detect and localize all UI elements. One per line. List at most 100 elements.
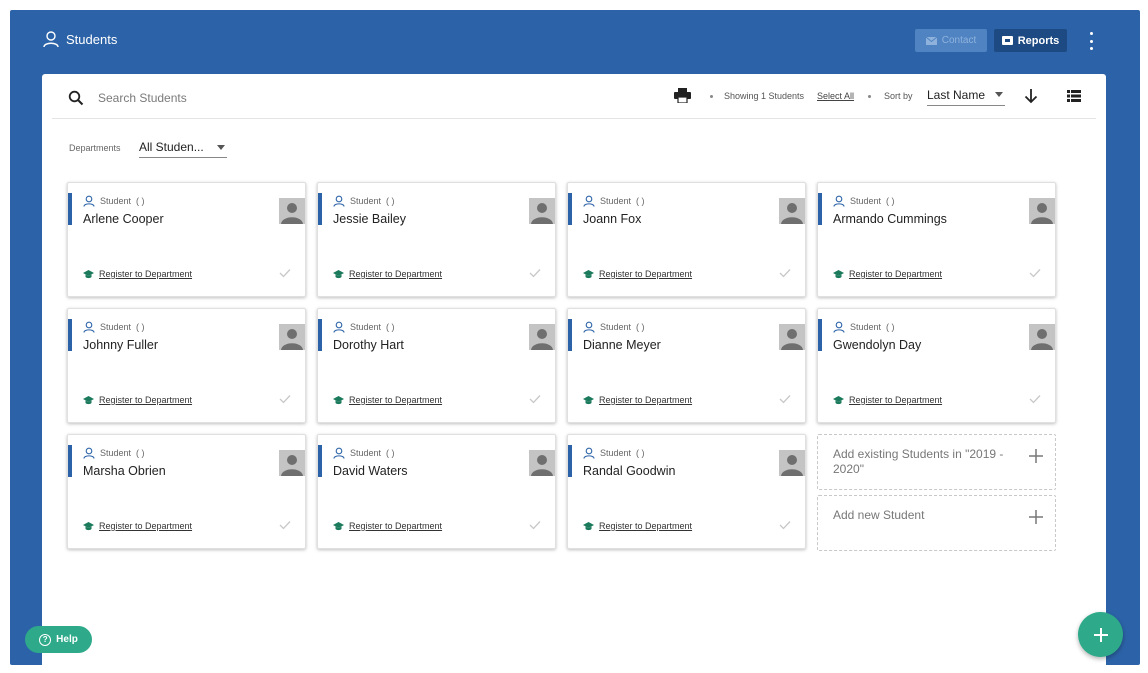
student-card[interactable]: Student ( ) Gwendolyn Day Register to Depar… — [817, 308, 1056, 423]
register-to-department-link[interactable]: Register to Department — [583, 395, 692, 405]
student-name: Arlene Cooper — [83, 212, 164, 226]
showing-count: Showing 1 Students — [724, 91, 805, 101]
student-card[interactable]: Student ( ) Joann Fox Register to Departmen… — [567, 182, 806, 297]
check-icon[interactable] — [529, 268, 541, 278]
arrow-down-icon[interactable] — [1024, 88, 1038, 104]
student-card[interactable]: Student ( ) Arlene Cooper Register to Depar… — [67, 182, 306, 297]
list-view-icon[interactable] — [1067, 90, 1081, 102]
select-all-link[interactable]: Select All — [817, 91, 854, 101]
add-new-student-card[interactable]: Add new Student — [817, 495, 1056, 551]
print-icon[interactable] — [674, 88, 691, 103]
student-icon — [83, 195, 95, 207]
check-icon[interactable] — [529, 394, 541, 404]
contact-button[interactable]: Contact — [915, 29, 987, 52]
student-role-suffix: ( ) — [886, 196, 895, 206]
add-fab-button[interactable] — [1078, 612, 1123, 657]
card-accent-bar — [318, 193, 322, 225]
register-to-department-link[interactable]: Register to Department — [83, 395, 192, 405]
student-name: Jessie Bailey — [333, 212, 406, 226]
student-icon — [333, 447, 345, 459]
avatar — [529, 450, 555, 476]
student-card[interactable]: Student ( ) Randal Goodwin Register to Depa… — [567, 434, 806, 549]
student-card[interactable]: Student ( ) Marsha Obrien Register to Depar… — [67, 434, 306, 549]
card-accent-bar — [818, 319, 822, 351]
help-button[interactable]: ? Help — [25, 626, 92, 653]
student-card[interactable]: Student ( ) Johnny Fuller Register to Depar… — [67, 308, 306, 423]
student-icon — [833, 321, 845, 333]
student-card[interactable]: Student ( ) Armando Cummings Register to De… — [817, 182, 1056, 297]
add-new-student-label: Add new Student — [833, 508, 925, 522]
register-to-department-label: Register to Department — [99, 521, 193, 531]
student-name: Randal Goodwin — [583, 464, 676, 478]
student-role: Student ( ) — [583, 447, 645, 459]
student-role-suffix: ( ) — [386, 196, 395, 206]
student-icon — [583, 447, 595, 459]
page-title-label: Students — [66, 31, 118, 47]
student-card[interactable]: Student ( ) David Waters Register to Depart… — [317, 434, 556, 549]
sort-select[interactable]: Last Name — [927, 84, 1005, 106]
student-role-label: Student — [100, 322, 132, 332]
register-to-department-link[interactable]: Register to Department — [333, 269, 442, 279]
student-card[interactable]: Student ( ) Dorothy Hart Register to Depart… — [317, 308, 556, 423]
check-icon[interactable] — [279, 520, 291, 530]
check-icon[interactable] — [779, 520, 791, 530]
student-icon — [333, 321, 345, 333]
avatar — [779, 324, 805, 350]
student-role-label: Student — [850, 196, 882, 206]
search-input[interactable] — [98, 87, 298, 109]
student-role: Student ( ) — [333, 447, 395, 459]
graduation-cap-icon — [333, 269, 344, 278]
register-to-department-link[interactable]: Register to Department — [583, 521, 692, 531]
student-role: Student ( ) — [833, 321, 895, 333]
student-role-suffix: ( ) — [636, 322, 645, 332]
student-role-label: Student — [100, 448, 132, 458]
main-panel: Showing 1 Students Select All Sort by La… — [42, 74, 1106, 665]
register-to-department-link[interactable]: Register to Department — [833, 395, 942, 405]
graduation-cap-icon — [583, 269, 594, 278]
avatar — [1029, 198, 1055, 224]
student-icon — [83, 447, 95, 459]
student-role: Student ( ) — [83, 447, 145, 459]
student-name: David Waters — [333, 464, 408, 478]
more-options-icon[interactable] — [1084, 32, 1098, 50]
check-icon[interactable] — [779, 394, 791, 404]
check-icon[interactable] — [1029, 268, 1041, 278]
departments-select[interactable]: All Studen... — [139, 136, 227, 158]
check-icon[interactable] — [1029, 394, 1041, 404]
reports-button-label: Reports — [1017, 34, 1060, 47]
register-to-department-link[interactable]: Register to Department — [583, 269, 692, 279]
card-accent-bar — [318, 445, 322, 477]
student-role-suffix: ( ) — [636, 196, 645, 206]
separator-dot — [868, 95, 871, 98]
add-existing-students-card[interactable]: Add existing Students in "2019 - 2020" — [817, 434, 1056, 490]
check-icon[interactable] — [779, 268, 791, 278]
register-to-department-link[interactable]: Register to Department — [333, 395, 442, 405]
student-role: Student ( ) — [583, 321, 645, 333]
student-name: Dorothy Hart — [333, 338, 404, 352]
check-icon[interactable] — [279, 268, 291, 278]
departments-label: Departments — [69, 143, 121, 153]
register-to-department-link[interactable]: Register to Department — [83, 269, 192, 279]
graduation-cap-icon — [83, 269, 94, 278]
register-to-department-link[interactable]: Register to Department — [333, 521, 442, 531]
student-icon — [583, 321, 595, 333]
register-to-department-label: Register to Department — [849, 269, 943, 279]
register-to-department-link[interactable]: Register to Department — [83, 521, 192, 531]
student-name: Johnny Fuller — [83, 338, 159, 352]
student-role: Student ( ) — [333, 195, 395, 207]
person-placeholder-icon — [779, 324, 805, 350]
graduation-cap-icon — [833, 269, 844, 278]
student-icon — [833, 195, 845, 207]
student-card[interactable]: Student ( ) Jessie Bailey Register to Depar… — [317, 182, 556, 297]
card-accent-bar — [818, 193, 822, 225]
student-role-label: Student — [350, 322, 382, 332]
check-icon[interactable] — [279, 394, 291, 404]
person-placeholder-icon — [779, 198, 805, 224]
reports-button[interactable]: Reports — [994, 29, 1067, 52]
student-card[interactable]: Student ( ) Dianne Meyer Register to Depart… — [567, 308, 806, 423]
graduation-cap-icon — [583, 521, 594, 530]
departments-select-value: All Studen... — [139, 139, 204, 154]
register-to-department-link[interactable]: Register to Department — [833, 269, 942, 279]
check-icon[interactable] — [529, 520, 541, 530]
student-role-suffix: ( ) — [636, 448, 645, 458]
